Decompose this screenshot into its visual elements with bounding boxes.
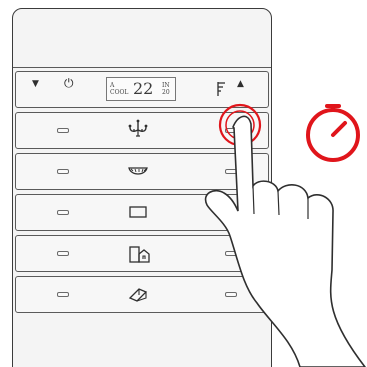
stage: ▼ ⏻ A COOL 22 IN 20 ▲ [0, 0, 367, 367]
power-icon[interactable]: ⏻ [64, 76, 74, 91]
control-panel: ▼ ⏻ A COOL 22 IN 20 ▲ [12, 8, 272, 367]
inside-temperature: IN 20 [162, 82, 170, 96]
display-row: ▼ ⏻ A COOL 22 IN 20 ▲ [15, 71, 269, 108]
ceiling-light-icon [128, 167, 148, 175]
eraser-icon [128, 288, 148, 302]
fan-icon[interactable] [216, 80, 228, 98]
temperature-value: 22 [133, 79, 154, 98]
left-switch-key[interactable] [57, 169, 69, 174]
control-row-1 [15, 112, 269, 149]
left-switch-key[interactable] [57, 251, 69, 256]
up-arrow-button[interactable]: ▲ [237, 79, 244, 89]
timer-icon [306, 104, 360, 162]
rectangle-icon [129, 206, 147, 218]
right-switch-key[interactable] [225, 128, 237, 133]
climate-display: A COOL 22 IN 20 [106, 77, 176, 101]
down-arrow-button[interactable]: ▼ [32, 79, 39, 89]
right-switch-key[interactable] [225, 251, 237, 256]
right-switch-key[interactable] [225, 210, 237, 215]
chandelier-icon [128, 119, 148, 137]
right-switch-key[interactable] [225, 292, 237, 297]
exit-door-icon [129, 246, 150, 263]
left-switch-key[interactable] [57, 292, 69, 297]
panel-top-strip [13, 9, 271, 68]
mode-label: A COOL [110, 82, 129, 96]
control-row-2 [15, 153, 269, 190]
control-row-4 [15, 235, 269, 272]
control-row-5 [15, 276, 269, 313]
left-switch-key[interactable] [57, 210, 69, 215]
right-switch-key[interactable] [225, 169, 237, 174]
left-switch-key[interactable] [57, 128, 69, 133]
control-row-3 [15, 194, 269, 231]
